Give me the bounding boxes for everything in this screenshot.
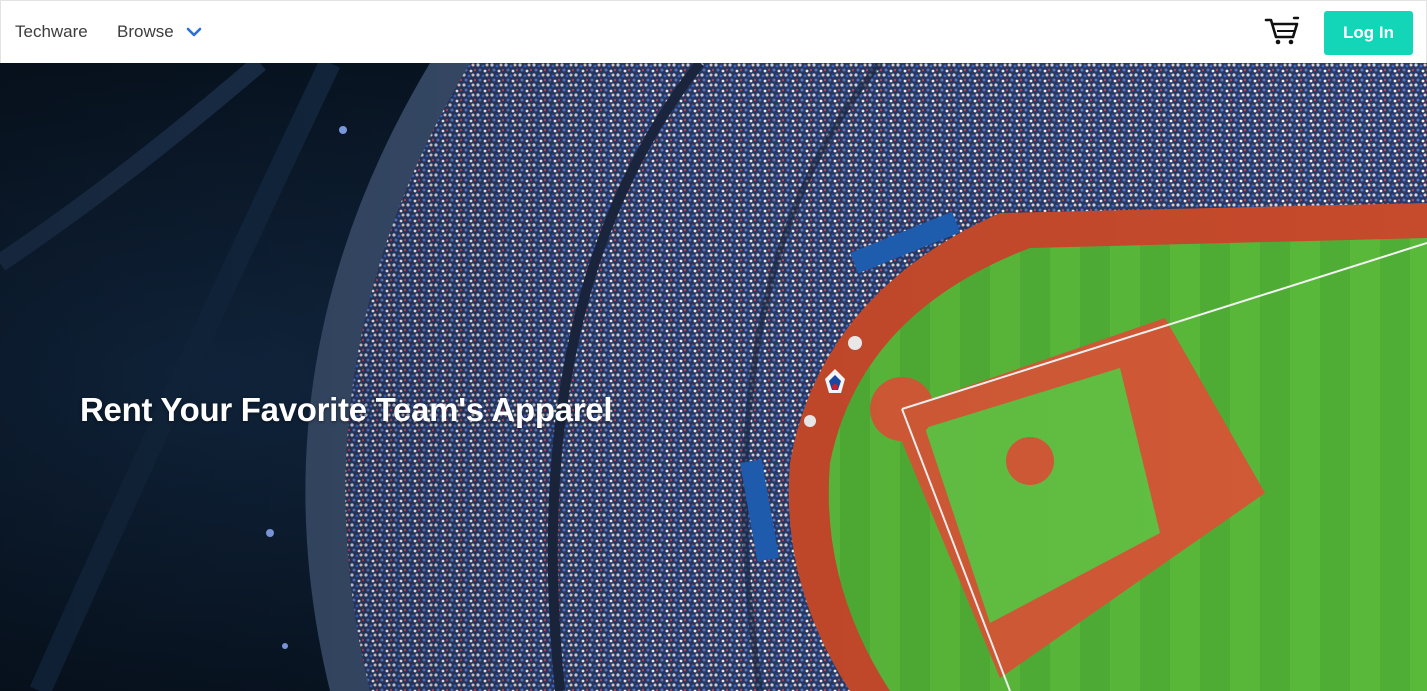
chevron-down-icon	[186, 27, 201, 37]
browse-label: Browse	[117, 22, 174, 41]
cart-icon[interactable]	[1264, 16, 1300, 46]
hero-title: Rent Your Favorite Team's Apparel	[80, 391, 613, 428]
login-button[interactable]: Log In	[1324, 11, 1413, 55]
brand-link[interactable]: Techware	[15, 22, 88, 42]
top-navbar: Techware Browse Log In	[0, 0, 1427, 63]
stadium-background-image	[0, 63, 1427, 691]
hero-banner: Rent Your Favorite Team's Apparel	[0, 63, 1427, 691]
page: Techware Browse Log In Rent Your Favorit…	[0, 0, 1427, 691]
browse-dropdown[interactable]: Browse	[117, 22, 202, 42]
